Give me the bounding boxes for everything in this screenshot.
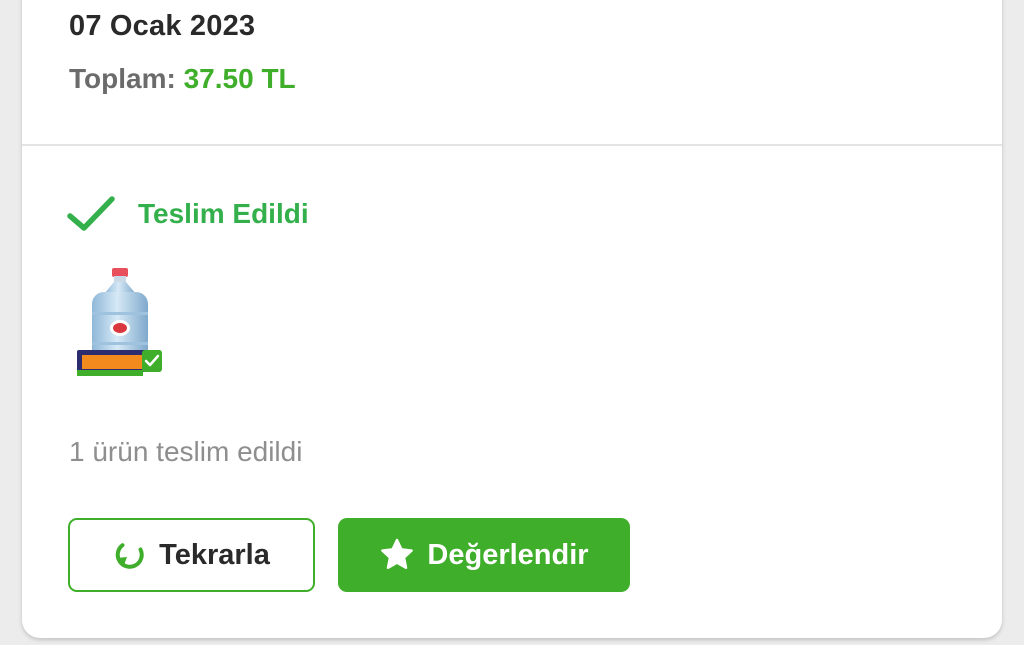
repeat-order-button[interactable]: Tekrarla <box>68 518 315 592</box>
water-bottle-icon[interactable] <box>74 266 166 394</box>
total-value: 37.50 TL <box>183 63 296 94</box>
status-text: Teslim Edildi <box>138 198 309 229</box>
rate-button-label: Değerlendir <box>427 538 589 571</box>
rate-order-button[interactable]: Değerlendir <box>338 518 630 592</box>
total-label: Toplam: <box>69 63 176 94</box>
order-date: 07 Ocak 2023 <box>69 10 256 42</box>
delivered-count: 1 ürün teslim edildi <box>69 436 303 467</box>
order-total: Toplam: 37.50 TL <box>69 63 296 95</box>
repeat-button-label: Tekrarla <box>159 538 270 571</box>
divider <box>22 144 1002 146</box>
refresh-icon <box>115 543 144 569</box>
checkmark-icon <box>67 196 115 231</box>
delivery-status: Teslim Edildi <box>66 190 309 238</box>
star-icon <box>381 538 414 570</box>
order-card: 07 Ocak 2023 Toplam: 37.50 TL Teslim Edi… <box>22 0 1002 638</box>
